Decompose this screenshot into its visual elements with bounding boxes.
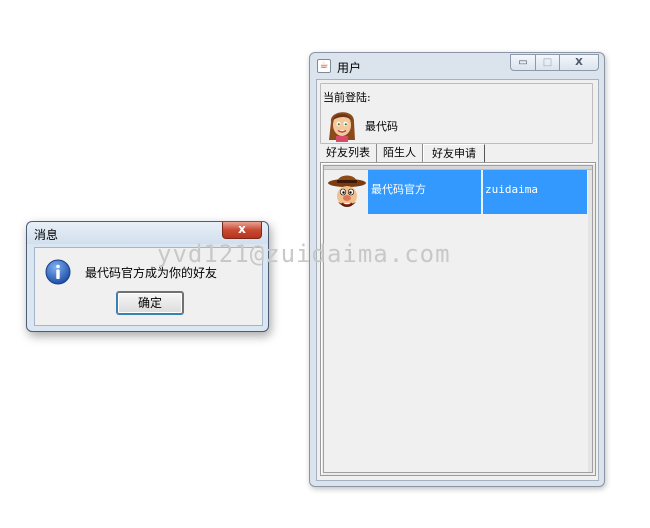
- user-window-titlebar[interactable]: ☕ 用户 ▭ □ X: [310, 53, 604, 79]
- close-button[interactable]: x: [222, 222, 262, 239]
- maximize-icon: □: [542, 57, 553, 68]
- message-dialog-titlebar[interactable]: 消息 x: [27, 222, 268, 244]
- user-window-content: 当前登陆: 最代码 好友列表 陌生人 好友申请 最代码官方 zuidaima: [316, 79, 599, 481]
- message-text: 最代码官方成为你的好友: [85, 266, 218, 280]
- current-user-name: 最代码: [365, 120, 398, 133]
- vertical-scrollbar[interactable]: [588, 170, 592, 472]
- user-window: ☕ 用户 ▭ □ X 当前登陆: 最代码 好友列表 陌生人 好友申请 最代码官方…: [309, 52, 605, 487]
- friend-id-cell[interactable]: zuidaima: [482, 170, 587, 214]
- tab-friend-requests[interactable]: 好友申请: [423, 144, 485, 162]
- close-icon: X: [575, 57, 583, 68]
- info-icon: [45, 259, 71, 285]
- tab-friend-list[interactable]: 好友列表: [320, 144, 377, 162]
- message-dialog: 消息 x 最代码官方成为你的好友 确定: [26, 221, 269, 332]
- window-close-button[interactable]: X: [559, 54, 599, 71]
- current-login-label: 当前登陆:: [323, 91, 371, 104]
- tab-strangers[interactable]: 陌生人: [377, 144, 423, 162]
- cowboy-avatar-icon: [328, 175, 366, 207]
- friend-request-panel: 最代码官方 zuidaima: [320, 162, 596, 476]
- minimize-button[interactable]: ▭: [510, 54, 536, 71]
- current-login-panel: 当前登陆: 最代码: [320, 83, 593, 144]
- minimize-icon: ▭: [518, 57, 528, 68]
- maximize-button[interactable]: □: [535, 54, 560, 71]
- girl-avatar-icon: [329, 112, 355, 142]
- close-icon: x: [238, 222, 246, 236]
- message-dialog-title: 消息: [34, 228, 59, 242]
- friend-request-table: 最代码官方 zuidaima: [323, 165, 593, 473]
- table-row[interactable]: 最代码官方 zuidaima: [324, 170, 588, 214]
- user-window-title: 用户: [337, 61, 362, 75]
- message-dialog-body: 最代码官方成为你的好友 确定: [34, 247, 263, 326]
- friend-name-cell[interactable]: 最代码官方: [368, 170, 481, 214]
- ok-button[interactable]: 确定: [117, 292, 183, 314]
- java-icon: ☕: [317, 59, 331, 73]
